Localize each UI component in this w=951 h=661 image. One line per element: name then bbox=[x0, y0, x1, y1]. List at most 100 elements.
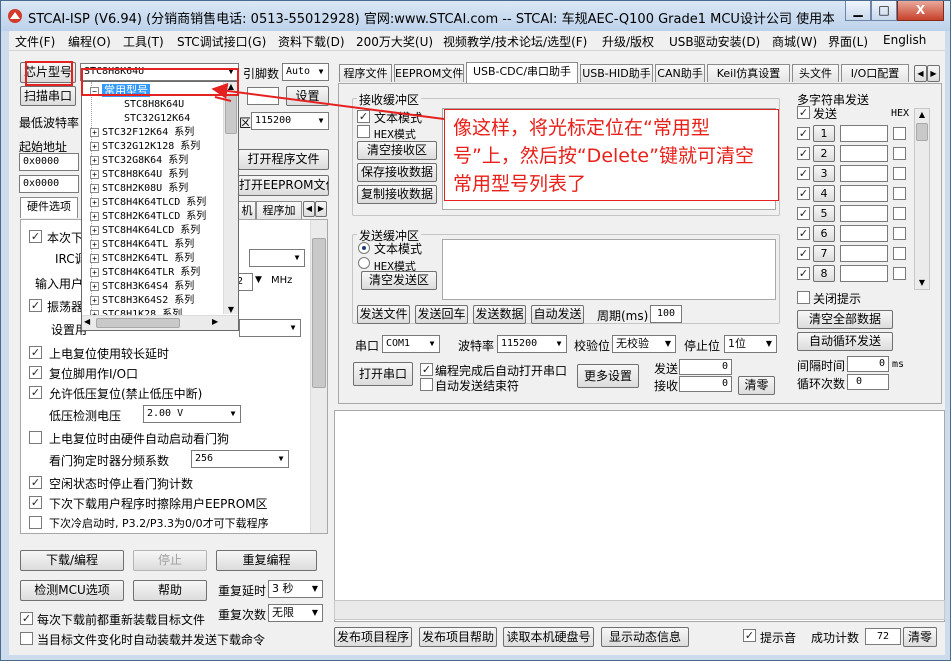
tree-node-series[interactable]: + STC8H2K64TL 系列 bbox=[90, 252, 194, 266]
series-label[interactable]: STC8H2K08U 系列 bbox=[102, 183, 188, 194]
publish-help-button[interactable]: 发布项目帮助 bbox=[419, 627, 497, 647]
this-time-checkbox[interactable]: ✓ bbox=[29, 230, 42, 243]
option2-checkbox-3[interactable] bbox=[29, 516, 42, 529]
expand-icon[interactable]: + bbox=[90, 281, 99, 291]
option-checkbox-3[interactable]: ✓ bbox=[29, 386, 42, 399]
tree-leaf[interactable]: STC32G12K64 bbox=[124, 112, 190, 126]
start-address-input-1[interactable]: 0x0000 bbox=[19, 153, 79, 171]
interval-input[interactable]: 0 bbox=[847, 356, 889, 372]
chip-model-dropdown[interactable]: − 常用型号 STC8H8K64U STC32G12K64 + STC32F12K6… bbox=[81, 81, 239, 331]
tree-node-series[interactable]: + STC8H3K64S4 系列 bbox=[90, 280, 194, 294]
hscroll-thumb[interactable] bbox=[96, 318, 180, 328]
clear-send-button[interactable]: 清空发送区 bbox=[361, 271, 437, 290]
series-label[interactable]: STC8H4K64TLR 系列 bbox=[102, 267, 200, 278]
multi-row-hex-checkbox[interactable] bbox=[893, 127, 906, 140]
multi-row-checkbox[interactable]: ✓ bbox=[797, 247, 810, 260]
multi-row-hex-checkbox[interactable] bbox=[893, 207, 906, 220]
tree-node-series[interactable]: + STC8H3K64S2 系列 bbox=[90, 294, 194, 308]
series-label[interactable]: STC8H2K64TL 系列 bbox=[102, 253, 194, 264]
multi-row-input[interactable] bbox=[840, 125, 888, 142]
multi-row-checkbox[interactable]: ✓ bbox=[797, 267, 810, 280]
help-button[interactable]: 帮助 bbox=[133, 580, 207, 601]
settings-button[interactable]: 设置 bbox=[286, 86, 329, 106]
baud-select[interactable]: 115200 ▼ bbox=[497, 335, 567, 353]
max-baud-select[interactable]: 115200 ▼ bbox=[251, 112, 329, 130]
tab-hardware-options[interactable]: 硬件选项 bbox=[20, 197, 78, 218]
open-port-button[interactable]: 打开串口 bbox=[353, 362, 413, 386]
more-settings-button[interactable]: 更多设置 bbox=[577, 364, 639, 388]
tab-scroll-right[interactable]: ▶ bbox=[315, 201, 327, 217]
chevron-down-icon[interactable]: ▼ bbox=[255, 275, 262, 285]
save-recv-button[interactable]: 保存接收数据 bbox=[357, 163, 437, 182]
reload-checkbox[interactable]: ✓ bbox=[20, 612, 33, 625]
multi-row-send-button[interactable]: 6 bbox=[813, 225, 835, 242]
options-scrollbar[interactable] bbox=[310, 220, 327, 533]
multi-row-checkbox[interactable]: ✓ bbox=[797, 127, 810, 140]
tree-node-series[interactable]: + STC32G8K64 系列 bbox=[90, 154, 188, 168]
scroll-left-icon[interactable]: ◀ bbox=[84, 317, 90, 326]
scroll-up-icon[interactable]: ▲ bbox=[915, 109, 929, 121]
expand-icon[interactable]: + bbox=[90, 295, 99, 305]
oscillator-checkbox[interactable]: ✓ bbox=[29, 299, 42, 312]
menu-english[interactable]: English bbox=[883, 33, 926, 47]
read-disk-id-button[interactable]: 读取本机硬盘号 bbox=[503, 627, 594, 647]
expand-icon[interactable]: + bbox=[90, 141, 99, 151]
multi-row-hex-checkbox[interactable] bbox=[893, 187, 906, 200]
option-checkbox-1[interactable]: ✓ bbox=[29, 346, 42, 359]
irc-select[interactable]: ▼ bbox=[249, 249, 305, 267]
tree-node-series[interactable]: + STC8H8K64U 系列 bbox=[90, 168, 188, 182]
download-program-button[interactable]: 下载/编程 bbox=[20, 550, 124, 571]
clear-all-button[interactable]: 清空全部数据 bbox=[797, 310, 893, 329]
publish-program-button[interactable]: 发布项目程序 bbox=[334, 627, 412, 647]
auto-load-checkbox[interactable] bbox=[20, 632, 33, 645]
pin-count-select[interactable]: Auto ▼ bbox=[282, 63, 329, 81]
reprogram-button[interactable]: 重复编程 bbox=[216, 550, 317, 571]
send-return-button[interactable]: 发送回车 bbox=[415, 305, 468, 324]
scroll-thumb[interactable] bbox=[312, 238, 326, 388]
send-textarea[interactable] bbox=[442, 239, 776, 300]
multi-row-send-button[interactable]: 7 bbox=[813, 245, 835, 262]
multi-row-send-button[interactable]: 8 bbox=[813, 265, 835, 282]
tree-node-series[interactable]: + STC8H4K64LCD 系列 bbox=[90, 224, 200, 238]
series-label[interactable]: STC32G8K64 系列 bbox=[102, 155, 188, 166]
set-select[interactable]: ▼ bbox=[239, 319, 301, 337]
period-input[interactable]: 100 bbox=[650, 305, 682, 323]
expand-icon[interactable]: + bbox=[90, 239, 99, 249]
menu-download[interactable]: 资料下载(D) bbox=[278, 33, 345, 50]
scroll-down-icon[interactable]: ▼ bbox=[915, 277, 929, 289]
scan-port-button[interactable]: 扫描串口 bbox=[20, 86, 76, 106]
clear-count-button[interactable]: 清零 bbox=[738, 376, 775, 395]
repeat-count-select[interactable]: 无限 ▼ bbox=[268, 604, 323, 622]
multi-send-checkbox[interactable]: ✓ bbox=[797, 106, 810, 119]
dropdown-hscrollbar[interactable]: ◀ ▶ bbox=[82, 315, 238, 330]
tab-scroll-left[interactable]: ◀ bbox=[303, 201, 315, 217]
loop-count-input[interactable]: 0 bbox=[847, 374, 889, 390]
open-eeprom-file-button[interactable]: 打开EEPROM文件 bbox=[238, 175, 329, 196]
tab-keil-sim[interactable]: Keil仿真设置 bbox=[707, 64, 790, 82]
tree-node-series[interactable]: + STC8H2K08U 系列 bbox=[90, 182, 188, 196]
clear-recv-button[interactable]: 清空接收区 bbox=[357, 141, 437, 160]
multi-row-hex-checkbox[interactable] bbox=[893, 167, 906, 180]
tree-node-series[interactable]: + STC32G12K128 系列 bbox=[90, 140, 200, 154]
multi-row-send-button[interactable]: 3 bbox=[813, 165, 835, 182]
tab-eeprom-file[interactable]: EEPROM文件 bbox=[394, 64, 464, 82]
series-label[interactable]: STC8H3K64S2 系列 bbox=[102, 295, 194, 306]
start-address-input-2[interactable]: 0x0000 bbox=[19, 175, 79, 193]
menu-usb-driver[interactable]: USB驱动安装(D) bbox=[669, 33, 760, 50]
close-hint-checkbox[interactable] bbox=[797, 291, 810, 304]
show-dynamic-info-button[interactable]: 显示动态信息 bbox=[601, 627, 689, 647]
auto-end-checkbox[interactable] bbox=[420, 378, 433, 391]
clear-success-button[interactable]: 清零 bbox=[903, 627, 937, 647]
tree-node-series[interactable]: + STC8H4K64TLR 系列 bbox=[90, 266, 200, 280]
expand-icon[interactable]: + bbox=[90, 211, 99, 221]
series-label[interactable]: STC32G12K128 系列 bbox=[102, 141, 200, 152]
minimize-button[interactable]: ▁ bbox=[845, 1, 871, 21]
check-mcu-options-button[interactable]: 检测MCU选项 bbox=[20, 580, 124, 601]
close-button[interactable]: X bbox=[897, 1, 944, 21]
tree-node-series[interactable]: + STC8H4K64TL 系列 bbox=[90, 238, 194, 252]
series-label[interactable]: STC8H4K64LCD 系列 bbox=[102, 225, 200, 236]
auto-send-button[interactable]: 自动发送 bbox=[531, 305, 584, 324]
open-program-file-button[interactable]: 打开程序文件 bbox=[238, 149, 329, 170]
series-label[interactable]: STC8H3K64S4 系列 bbox=[102, 281, 194, 292]
wdt-auto-checkbox[interactable] bbox=[29, 431, 42, 444]
